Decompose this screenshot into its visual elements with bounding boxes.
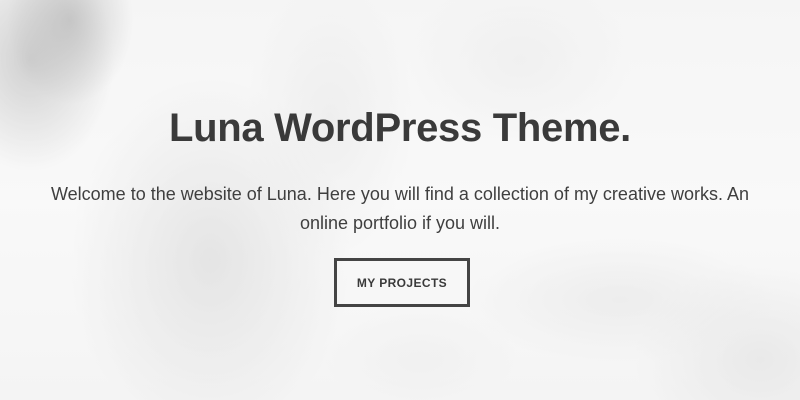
hero-title: Luna WordPress Theme. — [169, 106, 631, 150]
my-projects-button[interactable]: MY PROJECTS — [334, 258, 470, 307]
hero-description: Welcome to the website of Luna. Here you… — [51, 184, 749, 233]
hero-section: Luna WordPress Theme. Welcome to the web… — [0, 0, 800, 400]
